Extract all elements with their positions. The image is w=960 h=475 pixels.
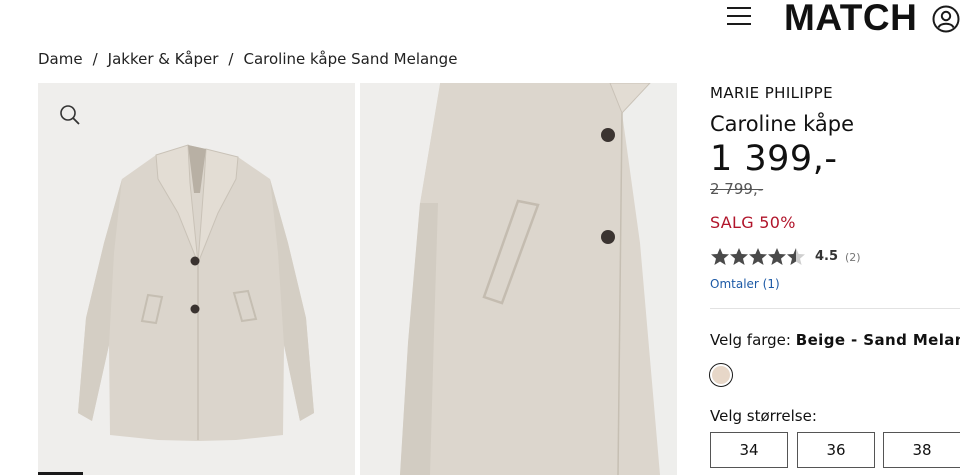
breadcrumb-item-current[interactable]: Caroline kåpe Sand Melange	[243, 50, 457, 68]
reviews-link[interactable]: Omtaler (1)	[710, 277, 780, 291]
sale-badge: SALG 50%	[710, 213, 796, 232]
rating-stars[interactable]	[710, 247, 810, 267]
star-icon	[768, 248, 786, 265]
color-label-text: Velg farge:	[710, 331, 791, 349]
product-price: 1 399,-	[710, 139, 838, 179]
size-button-34[interactable]: 34	[710, 432, 788, 468]
divider	[710, 308, 960, 309]
star-icon	[730, 248, 748, 265]
half-star-icon	[787, 248, 805, 265]
product-old-price: 2 799,-	[710, 180, 764, 198]
breadcrumb: Dame / Jakker & Kåper / Caroline kåpe Sand M…	[38, 49, 457, 69]
rating-value: 4.5	[815, 249, 839, 264]
rating-count: (2)	[845, 251, 861, 264]
size-selector-label: Velg størrelse:	[710, 407, 817, 425]
product-brand[interactable]: MARIE PHILIPPE	[710, 84, 833, 102]
color-selector-label: Velg farge: Beige - Sand Melange	[710, 331, 960, 349]
breadcrumb-item-dame[interactable]: Dame	[38, 50, 83, 68]
star-icon	[711, 248, 729, 265]
star-icon	[749, 248, 767, 265]
size-button-36[interactable]: 36	[797, 432, 875, 468]
breadcrumb-item-jakker-kaper[interactable]: Jakker & Kåper	[108, 50, 219, 68]
product-image-detail[interactable]	[360, 83, 677, 475]
color-swatch-beige[interactable]	[709, 363, 733, 387]
breadcrumb-separator: /	[92, 50, 98, 68]
match-logo[interactable]: MATCH	[784, 0, 917, 42]
magnifier-icon[interactable]	[58, 103, 82, 127]
user-account-icon[interactable]	[932, 5, 960, 33]
size-button-38[interactable]: 38	[883, 432, 960, 468]
selected-color-name: Beige - Sand Melange	[795, 331, 960, 349]
breadcrumb-separator: /	[228, 50, 234, 68]
product-title: Caroline kåpe	[710, 112, 855, 136]
product-image-front[interactable]	[38, 83, 355, 475]
hamburger-menu-icon[interactable]	[727, 7, 751, 25]
